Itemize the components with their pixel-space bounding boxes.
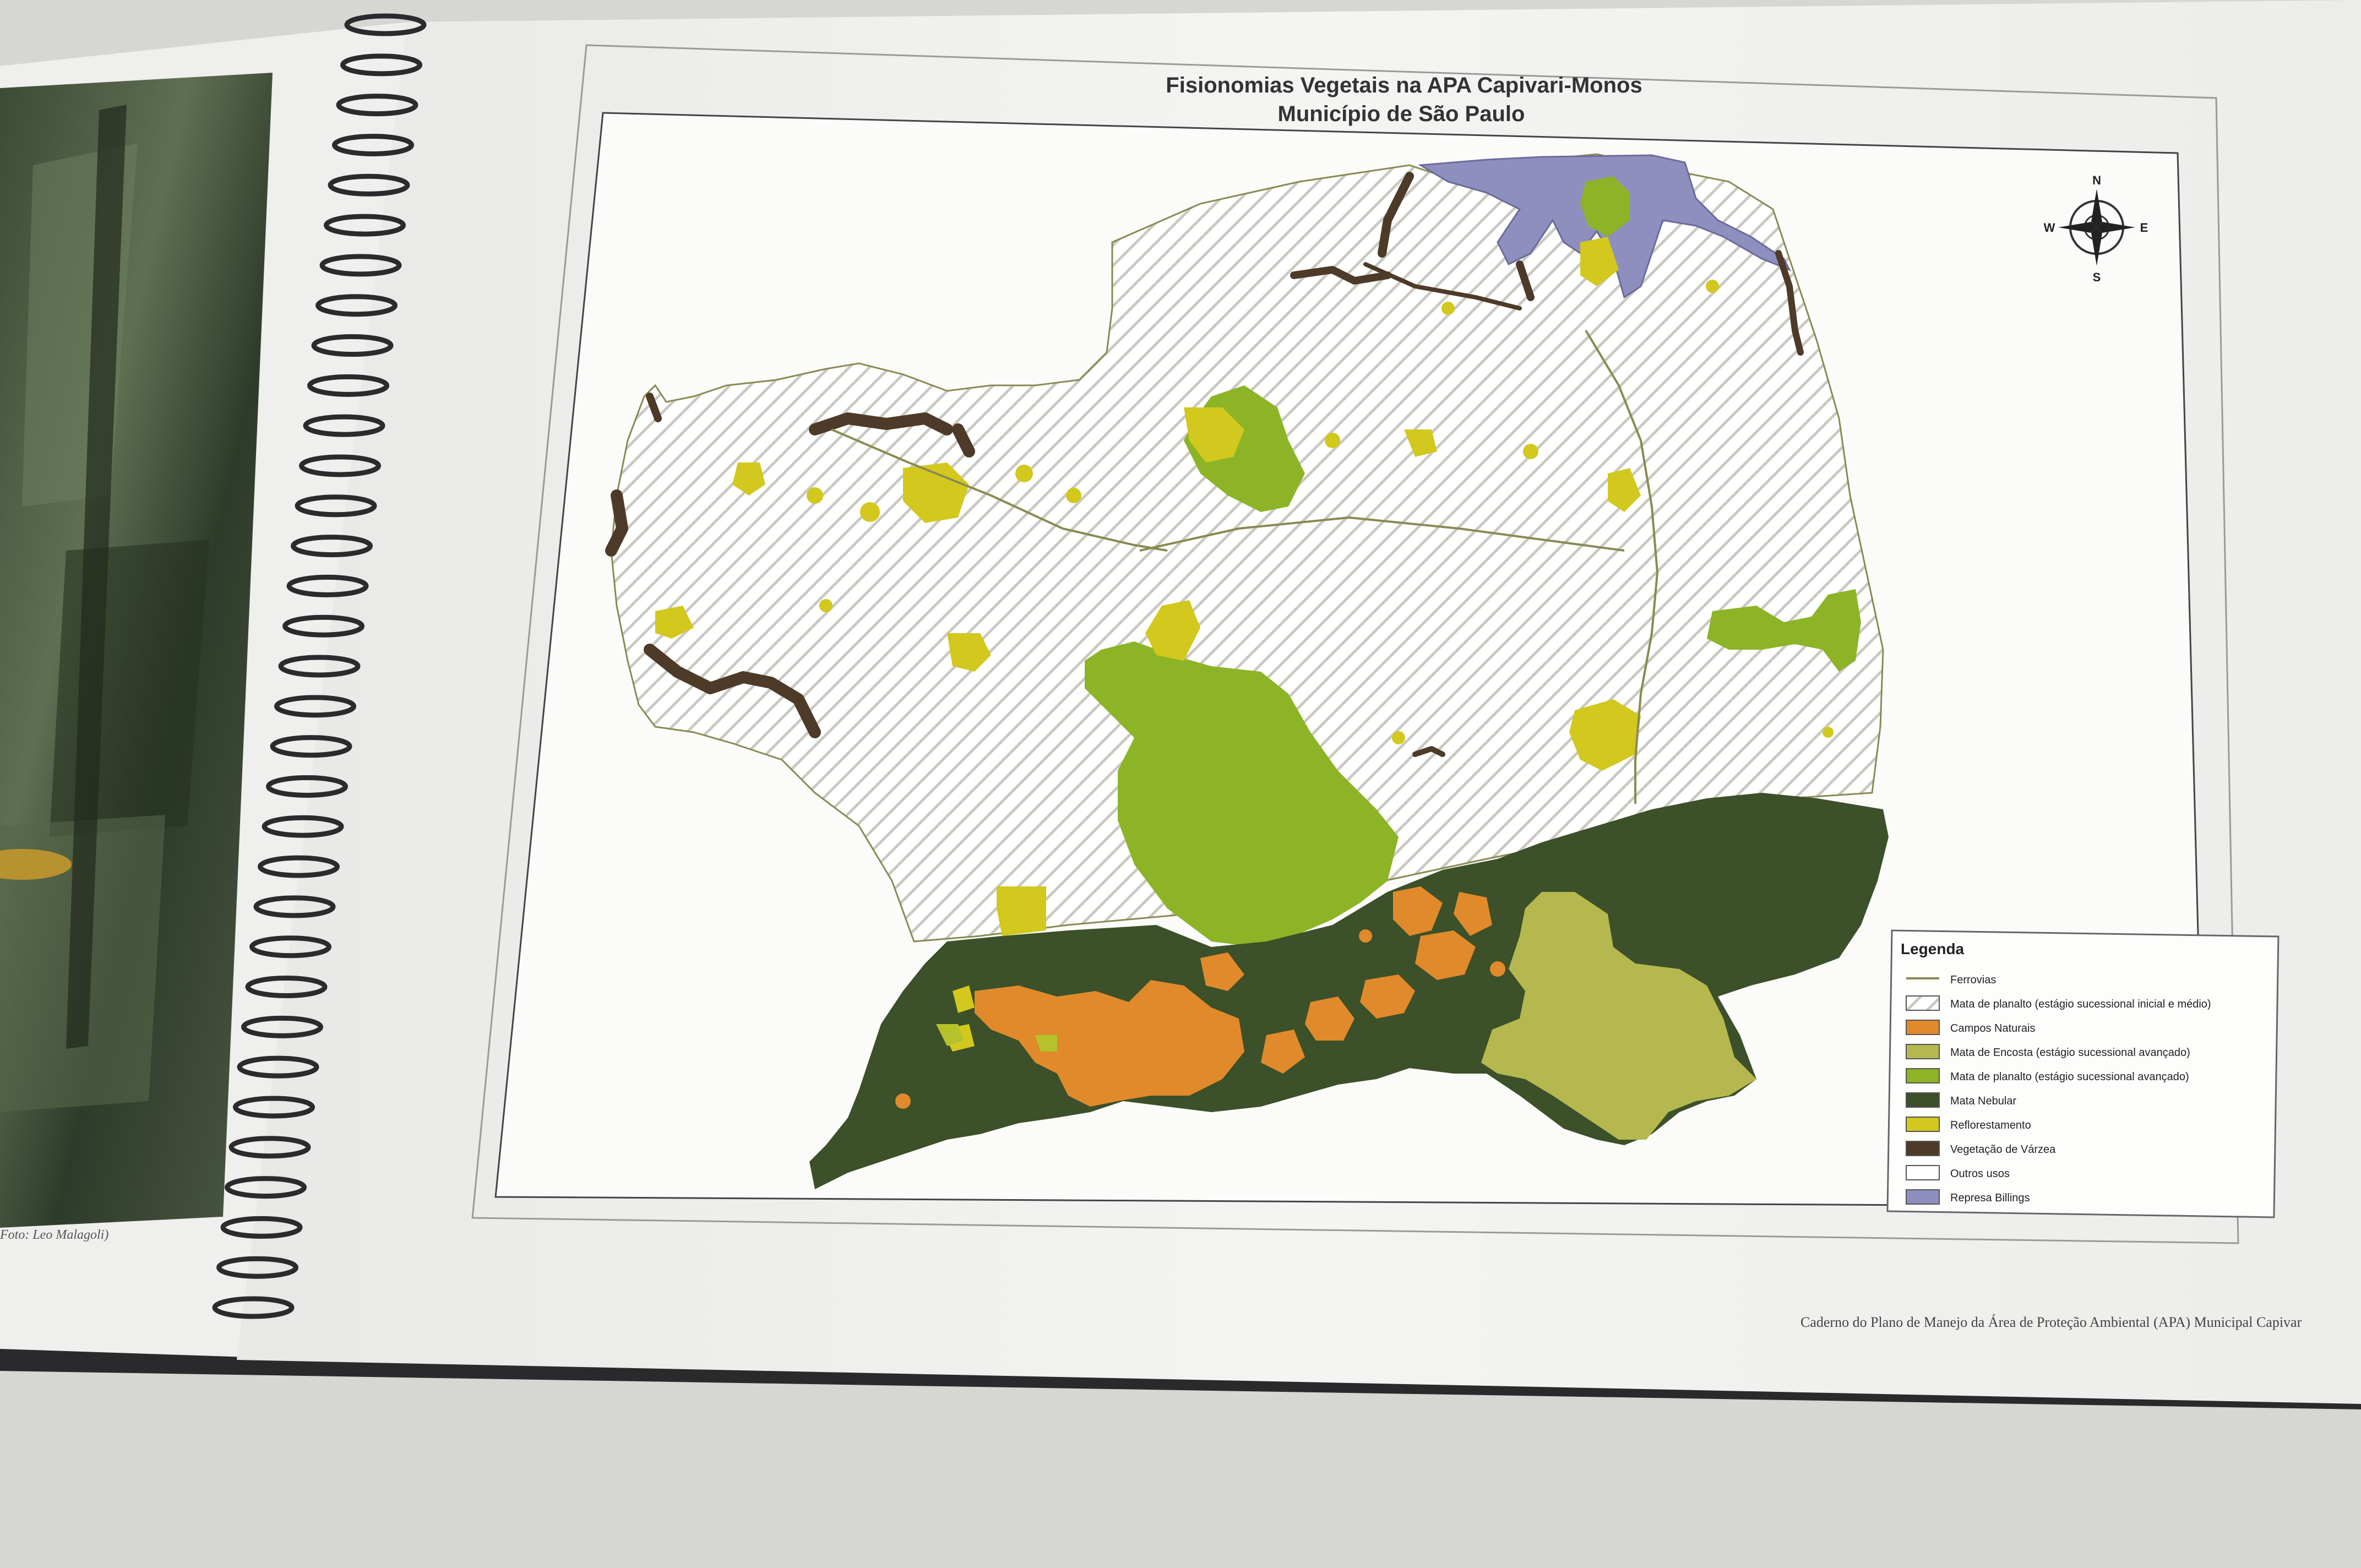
legend-label: Mata de planalto (estágio sucessional in… — [1950, 998, 2211, 1010]
legend-item: Outros usos — [1906, 1165, 2010, 1180]
legend-item: Vegetação de Várzea — [1906, 1141, 2056, 1156]
legend-swatch — [1906, 1117, 1940, 1132]
legend-swatch — [1906, 1020, 1940, 1035]
legend-item: Represa Billings — [1906, 1189, 2030, 1205]
legend-label: Vegetação de Várzea — [1950, 1144, 2056, 1156]
map-subtitle: Município de São Paulo — [1278, 102, 1525, 126]
legend-swatch — [1906, 1044, 1940, 1059]
legend-label: Mata Nebular — [1950, 1095, 2016, 1107]
legend-label: Mata de Encosta (estágio sucessional ava… — [1950, 1047, 2190, 1059]
photo-caption: Foto: Leo Malagoli) — [0, 1228, 108, 1242]
legend-item: Reflorestamento — [1906, 1117, 2031, 1132]
legend-swatch — [1906, 1068, 1940, 1084]
legend-label: Ferrovias — [1950, 974, 1996, 986]
legend-label: Mata de planalto (estágio sucessional av… — [1950, 1071, 2189, 1083]
compass-n: N — [2092, 173, 2101, 187]
page-footer: Caderno do Plano de Manejo da Área de Pr… — [1800, 1314, 2302, 1330]
legend-item: Mata de planalto (estágio sucessional in… — [1906, 995, 2211, 1011]
compass-e: E — [2140, 221, 2148, 235]
legend-label: Campos Naturais — [1950, 1022, 2036, 1035]
map-title: Fisionomias Vegetais na APA Capivari-Mon… — [1166, 73, 1642, 97]
legend-swatch — [1906, 1189, 1940, 1205]
legend-label: Represa Billings — [1950, 1192, 2030, 1204]
legend-item: Mata Nebular — [1906, 1092, 2016, 1108]
compass-w: W — [2044, 221, 2055, 235]
legend-label: Reflorestamento — [1950, 1119, 2031, 1131]
legend-title: Legenda — [1901, 940, 1965, 957]
legend: Legenda Ferrovias Mata de planalto (estág… — [1886, 929, 2280, 1218]
legend-swatch — [1906, 995, 1940, 1011]
compass-s: S — [2093, 270, 2101, 284]
legend-item: Campos Naturais — [1906, 1020, 2036, 1035]
legend-swatch — [1906, 1092, 1940, 1108]
legend-swatch — [1906, 1165, 1940, 1180]
scene: Foto: Leo Malagoli) Fisionomias Vegetais… — [0, 0, 2361, 1568]
legend-label: Outros usos — [1950, 1168, 2010, 1180]
legend-swatch — [1906, 1141, 1940, 1156]
